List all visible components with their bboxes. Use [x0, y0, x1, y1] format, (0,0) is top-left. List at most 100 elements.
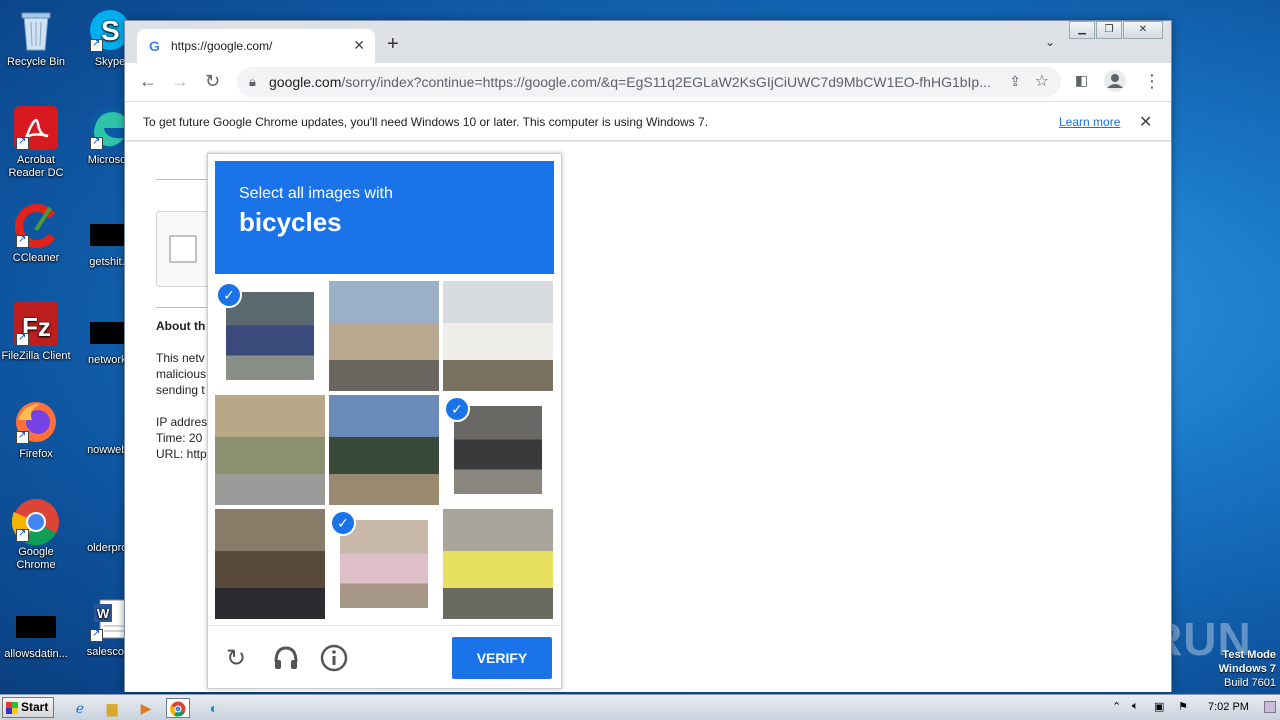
- firefox-icon: [14, 400, 58, 444]
- tab-google[interactable]: G https://google.com/ ✕: [137, 29, 375, 63]
- address-bar[interactable]: 🔒︎ google.com/sorry/index?continue=https…: [237, 67, 1061, 97]
- action-center-flag-icon[interactable]: ⚑: [1178, 700, 1188, 713]
- learn-more-link[interactable]: Learn more: [1059, 115, 1120, 129]
- icon-label: allowsdatin...: [4, 648, 68, 660]
- reload-icon[interactable]: ↻: [205, 71, 220, 92]
- internet-explorer-icon[interactable]: ℯ: [68, 698, 92, 718]
- icon-label: Firefox: [19, 448, 53, 460]
- icon-label: FileZilla Client: [1, 350, 71, 362]
- challenge-footer: ↻ VERIFY: [208, 625, 561, 689]
- icon-label: Acrobat Reader DC: [8, 154, 64, 179]
- new-tab-button[interactable]: +: [387, 33, 399, 56]
- test-mode-line: Test Mode: [1222, 649, 1276, 661]
- tile-image: [215, 395, 325, 505]
- captcha-tile[interactable]: [443, 509, 553, 619]
- url-host: google.com: [269, 74, 342, 90]
- side-panel-icon[interactable]: ◧: [1075, 72, 1088, 89]
- desktop-icon-recycle-bin[interactable]: Recycle Bin: [0, 8, 72, 69]
- file-explorer-icon[interactable]: ▆: [100, 698, 124, 718]
- detail-line: IP addres: [156, 415, 208, 429]
- svg-text:S: S: [101, 15, 120, 46]
- captcha-tile[interactable]: [329, 281, 439, 391]
- filezilla-icon: Fz: [14, 302, 58, 346]
- chrome-taskbar-icon[interactable]: [166, 698, 190, 718]
- audio-challenge-icon[interactable]: [272, 644, 300, 679]
- selected-check-icon: ✓: [216, 282, 242, 308]
- clock[interactable]: 7:02 PM: [1208, 701, 1249, 713]
- close-tab-icon[interactable]: ✕: [353, 37, 365, 54]
- profile-avatar-icon[interactable]: [1103, 69, 1127, 98]
- media-player-icon[interactable]: ▶: [134, 698, 158, 718]
- infobar-message: To get future Google Chrome updates, you…: [143, 115, 709, 129]
- body-line: malicious: [156, 367, 207, 381]
- challenge-header: Select all images with bicycles: [215, 161, 554, 274]
- forward-arrow-icon[interactable]: →: [171, 71, 189, 92]
- desktop-icon-allowsdatin[interactable]: allowsdatin...: [0, 606, 72, 661]
- tab-strip: G https://google.com/ ✕ + ⌄ ▁ ❐ ✕: [125, 21, 1171, 63]
- captcha-tile[interactable]: [215, 395, 325, 505]
- icon-label: CCleaner: [12, 252, 60, 264]
- captcha-tile[interactable]: [329, 395, 439, 505]
- reload-challenge-icon[interactable]: ↻: [226, 644, 246, 673]
- desktop-icon-filezilla[interactable]: Fz FileZilla Client: [0, 302, 72, 363]
- tile-image: [215, 509, 325, 619]
- verify-button[interactable]: VERIFY: [452, 637, 552, 679]
- update-infobar: To get future Google Chrome updates, you…: [125, 101, 1171, 141]
- challenge-instruction: Select all images with: [239, 185, 393, 202]
- about-heading: About th: [156, 319, 206, 333]
- chrome-icon: [11, 498, 59, 546]
- desktop-icon-google-chrome[interactable]: Google Chrome: [0, 498, 72, 572]
- desktop-icon-acrobat[interactable]: Acrobat Reader DC: [0, 106, 72, 180]
- tab-search-chevron-icon[interactable]: ⌄: [1045, 35, 1055, 49]
- ccleaner-icon: [14, 204, 58, 248]
- recaptcha-challenge: Select all images with bicycles ✓ ✓ ✓ ↻ VE…: [207, 153, 562, 689]
- lock-icon: 🔒︎: [249, 74, 256, 89]
- icon-label: Recycle Bin: [6, 56, 66, 68]
- captcha-tile[interactable]: [443, 281, 553, 391]
- body-line: sending t: [156, 383, 205, 397]
- volume-icon[interactable]: 🔈︎: [1132, 700, 1139, 713]
- body-line: This netv: [156, 351, 205, 365]
- desktop-icon-ccleaner[interactable]: CCleaner: [0, 204, 72, 265]
- build-line: Build 7601: [1224, 677, 1276, 689]
- tile-image: [329, 281, 439, 391]
- url-text: google.com/sorry/index?continue=https://…: [269, 74, 999, 90]
- minimize-button[interactable]: ▁: [1069, 21, 1095, 39]
- share-icon[interactable]: ⇪: [1009, 73, 1021, 90]
- page-content: About th This netv malicious sending t I…: [125, 142, 1171, 692]
- checkbox[interactable]: [169, 235, 197, 263]
- google-favicon-icon: G: [149, 38, 160, 54]
- info-icon[interactable]: [320, 644, 348, 679]
- bookmark-star-icon[interactable]: ☆: [1035, 71, 1049, 91]
- challenge-target: bicycles: [239, 207, 342, 237]
- close-infobar-icon[interactable]: ✕: [1139, 112, 1152, 132]
- back-arrow-icon[interactable]: ←: [139, 71, 157, 92]
- start-button[interactable]: Start: [2, 697, 54, 718]
- selected-check-icon: ✓: [330, 510, 356, 536]
- tile-image: [443, 509, 553, 619]
- tile-image: [443, 281, 553, 391]
- close-window-button[interactable]: ✕: [1123, 21, 1163, 39]
- chrome-window: G https://google.com/ ✕ + ⌄ ▁ ❐ ✕ ← → ↻ …: [124, 20, 1172, 692]
- tab-title: https://google.com/: [171, 39, 273, 53]
- browser-toolbar: ← → ↻ 🔒︎ google.com/sorry/index?continue…: [125, 63, 1171, 101]
- tile-image: [454, 406, 542, 494]
- recycle-bin-icon: [14, 8, 58, 52]
- desktop-icon-firefox[interactable]: Firefox: [0, 400, 72, 461]
- selected-check-icon: ✓: [444, 396, 470, 422]
- tile-image: [329, 395, 439, 505]
- show-hidden-icons-icon[interactable]: ⌃: [1112, 700, 1121, 713]
- show-desktop-button[interactable]: [1264, 701, 1276, 713]
- url-path: /sorry/index?continue=https://google.com…: [341, 74, 991, 90]
- system-tray: ⌃ 🔈︎ ▣ ⚑ 7:02 PM: [1104, 695, 1280, 720]
- restore-button[interactable]: ❐: [1096, 21, 1122, 39]
- test-mode-notice: Test Mode Windows 7 Build 7601: [1200, 648, 1276, 690]
- menu-kebab-icon[interactable]: ⋮: [1143, 71, 1161, 92]
- window-controls: ▁ ❐ ✕: [1068, 21, 1163, 39]
- file-icon: [16, 616, 56, 638]
- os-name-line: Windows 7: [1218, 663, 1276, 675]
- captcha-tile[interactable]: [215, 509, 325, 619]
- network-icon[interactable]: ▣: [1154, 700, 1164, 713]
- edge-taskbar-icon[interactable]: ◐: [202, 698, 226, 718]
- detail-line: URL: http: [156, 447, 207, 461]
